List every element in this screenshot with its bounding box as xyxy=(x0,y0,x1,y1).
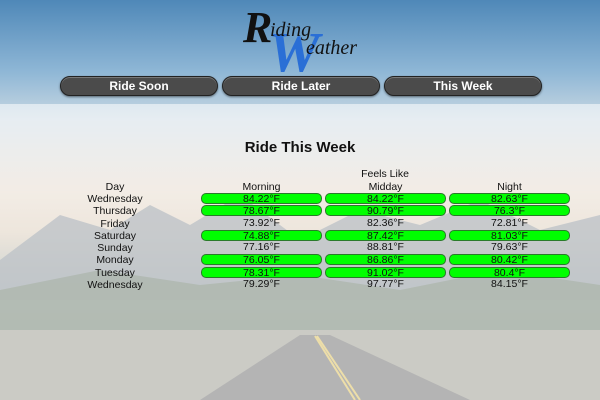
table-row: Sunday 77.16°F 88.81°F 79.63°F xyxy=(0,241,600,255)
table-row: Wednesday 84.22°F 84.22°F 82.63°F xyxy=(0,193,600,205)
table-row: Friday 73.92°F 82.36°F 72.81°F xyxy=(0,216,600,230)
night-temp-cell: 76.3°F xyxy=(449,205,570,217)
night-temp-cell: 79.63°F xyxy=(491,241,528,254)
table-row: Thursday 78.67°F 90.79°F 76.3°F xyxy=(0,205,600,217)
header: W R iding eather Ride Soon Ride Later Th… xyxy=(0,0,600,104)
day-cell: Thursday xyxy=(93,205,137,218)
day-cell: Wednesday xyxy=(87,193,143,205)
morning-temp-cell: 73.92°F xyxy=(243,216,280,229)
page-title: Ride This Week xyxy=(244,139,356,156)
svg-text:iding: iding xyxy=(270,19,311,41)
column-header-day: Day xyxy=(105,181,125,193)
logo-graphic: W R iding eather xyxy=(242,3,357,72)
day-cell: Friday xyxy=(100,217,130,230)
morning-temp-cell: 78.31°F xyxy=(201,266,322,278)
this-week-button[interactable]: This Week xyxy=(384,76,542,96)
night-temp-cell: 80.4°F xyxy=(449,266,570,278)
feels-like-header: Feels Like xyxy=(361,168,409,180)
day-cell: Tuesday xyxy=(95,266,135,279)
midday-temp-cell: 91.02°F xyxy=(325,266,446,278)
morning-temp-cell: 74.88°F xyxy=(201,229,322,241)
column-header-morning: Morning xyxy=(242,181,281,193)
midday-temp-cell: 84.22°F xyxy=(325,193,446,205)
night-temp-cell: 82.63°F xyxy=(449,193,570,205)
morning-temp-cell: 76.05°F xyxy=(201,254,322,266)
ride-later-button[interactable]: Ride Later xyxy=(222,76,380,96)
morning-temp-cell: 77.16°F xyxy=(243,241,280,254)
midday-temp-cell: 90.79°F xyxy=(325,205,446,217)
nav-bar: Ride Soon Ride Later This Week xyxy=(60,76,542,98)
day-cell: Sunday xyxy=(97,242,133,255)
table-row: Wednesday 79.29°F 97.77°F 84.15°F xyxy=(0,278,600,292)
table-header: Day Morning Midday Night xyxy=(0,181,600,193)
midday-temp-cell: 88.81°F xyxy=(367,241,404,254)
ride-soon-button[interactable]: Ride Soon xyxy=(60,76,218,96)
night-temp-cell: 72.81°F xyxy=(491,216,528,229)
day-cell: Wednesday xyxy=(87,279,143,292)
column-header-night: Night xyxy=(497,181,522,193)
midday-temp-cell: 82.36°F xyxy=(367,216,404,229)
riding-weather-logo: W R iding eather xyxy=(240,2,370,72)
midday-temp-cell: 97.77°F xyxy=(367,278,404,291)
night-temp-cell: 80.42°F xyxy=(449,254,570,266)
midday-temp-cell: 87.42°F xyxy=(325,229,446,241)
day-cell: Saturday xyxy=(93,229,137,242)
midday-temp-cell: 86.86°F xyxy=(325,254,446,266)
table-row: Monday 76.05°F 86.86°F 80.42°F xyxy=(0,254,600,266)
morning-temp-cell: 78.67°F xyxy=(201,205,322,217)
column-header-midday: Midday xyxy=(368,181,403,193)
svg-text:R: R xyxy=(242,3,272,52)
weather-table: Wednesday 84.22°F 84.22°F 82.63°F Thursday 78… xyxy=(0,193,600,291)
night-temp-cell: 81.03°F xyxy=(449,229,570,241)
morning-temp-cell: 79.29°F xyxy=(243,278,280,291)
day-cell: Monday xyxy=(96,254,134,267)
night-temp-cell: 84.15°F xyxy=(491,278,528,291)
morning-temp-cell: 84.22°F xyxy=(201,193,322,205)
svg-text:eather: eather xyxy=(306,37,357,59)
